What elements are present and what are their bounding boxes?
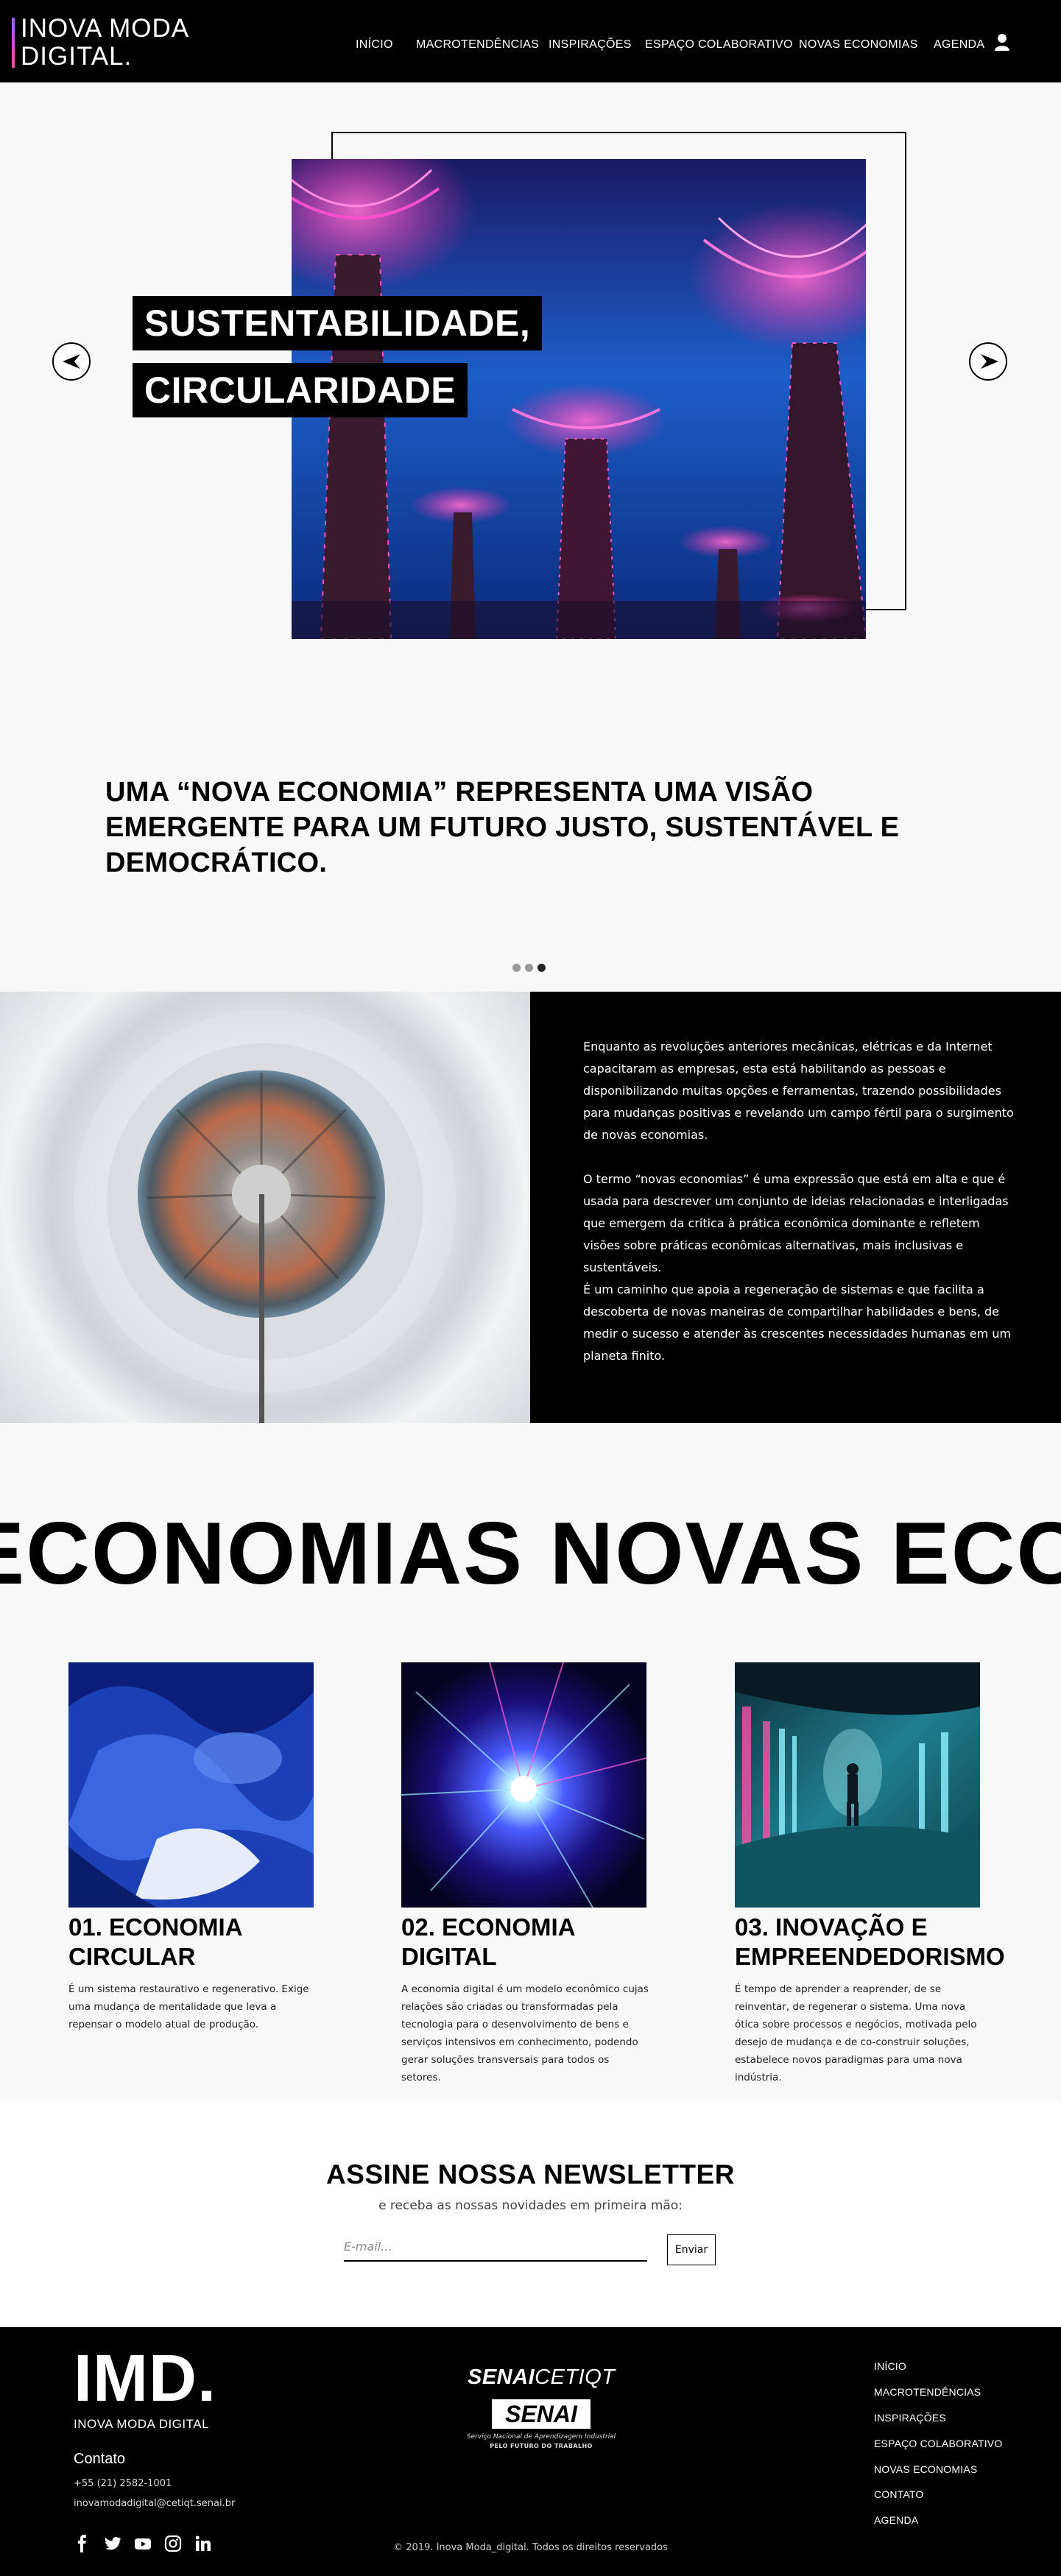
- slider-next-button[interactable]: [969, 342, 1007, 381]
- slider-prev-button[interactable]: [52, 342, 91, 381]
- card-description: É tempo de aprender a reaprender, de se …: [735, 1983, 977, 2083]
- card-image-light-burst: [401, 1662, 646, 1908]
- footer-logo-subtitle: INOVA MODA DIGITAL: [74, 2417, 210, 2431]
- slider-dot-2[interactable]: [525, 964, 533, 972]
- economy-cards: 01. ECONOMIA CIRCULAR É um sistema resta…: [0, 1644, 1061, 2100]
- slider-dot-1[interactable]: [512, 964, 521, 972]
- intro-paragraph-3: É um caminho que apoia a regeneração de …: [583, 1282, 1012, 1363]
- marquee-banner: NOVAS ECONOMIAS NOVAS ECONOMIAS: [0, 1423, 1061, 1644]
- footer-link-agenda[interactable]: AGENDA: [874, 2514, 918, 2526]
- card-title-line-2: EMPREENDEDORISMO: [735, 1943, 1005, 1970]
- hero-title-line-1: SUSTENTABILIDADE,: [133, 296, 543, 350]
- footer-logo[interactable]: IMD.: [74, 2342, 216, 2416]
- slider-dots: [512, 964, 557, 974]
- nav-item-inicio[interactable]: INÍCIO: [356, 38, 393, 52]
- site-footer: IMD. INOVA MODA DIGITAL Contato +55 (21)…: [0, 2327, 1061, 2576]
- card-title: 01. ECONOMIA CIRCULAR: [68, 1913, 378, 1972]
- intro-paragraph-2: O termo “novas economias” é uma expressã…: [583, 1172, 1009, 1274]
- nav-item-espaco-colaborativo[interactable]: ESPAÇO COLABORATIVO: [645, 38, 793, 52]
- senai-slogan: PELO FUTURO DO TRABALHO: [490, 2443, 593, 2449]
- card-description: É um sistema restaurativo e regenerativo…: [68, 1983, 309, 2030]
- nav-item-inspiracoes[interactable]: INSPIRAÇÕES: [549, 38, 632, 52]
- senai-cetiqt-logo-bold: SENAI: [468, 2365, 535, 2389]
- footer-phone[interactable]: +55 (21) 2582-1001: [74, 2478, 172, 2489]
- newsletter-email-input[interactable]: [344, 2232, 647, 2262]
- card-title: 02. ECONOMIA DIGITAL: [401, 1913, 711, 1972]
- card-title: 03. INOVAÇÃO E EMPREENDEDORISMO: [735, 1913, 1044, 1972]
- slider-dot-3-active[interactable]: [537, 964, 546, 972]
- top-navbar: INOVA MODA DIGITAL. INÍCIO MACROTENDÊNCI…: [0, 0, 1061, 82]
- card-title-line-1: 01. ECONOMIA: [68, 1913, 243, 1941]
- card-title-line-2: CIRCULAR: [68, 1943, 196, 1970]
- hero-quote: UMA “NOVA ECONOMIA” REPRESENTA UMA VISÃO…: [105, 777, 900, 878]
- main-nav: INÍCIO MACROTENDÊNCIAS INSPIRAÇÕES ESPAÇ…: [0, 38, 1061, 60]
- newsletter-title: ASSINE NOSSA NEWSLETTER: [326, 2159, 735, 2189]
- card-title-line-1: 02. ECONOMIA: [401, 1913, 576, 1941]
- footer-contact-title: Contato: [74, 2451, 126, 2467]
- newsletter-subtitle: e receba as nossas novidades em primeira…: [378, 2198, 683, 2213]
- copyright-text: © 2019. Inova Moda_digital. Todos os dir…: [393, 2542, 668, 2553]
- tiny-planet-city-image: [0, 992, 530, 1423]
- newsletter-section: ASSINE NOSSA NEWSLETTER e receba as noss…: [0, 2100, 1061, 2327]
- user-icon[interactable]: [994, 32, 1010, 52]
- footer-link-inspiracoes[interactable]: INSPIRAÇÕES: [874, 2412, 946, 2424]
- senai-cetiqt-logo: SENAICETIQT: [468, 2365, 615, 2390]
- footer-link-espaco-colaborativo[interactable]: ESPAÇO COLABORATIVO: [874, 2438, 1002, 2449]
- senai-subtitle: Serviço Nacional de Aprendizagem Industr…: [466, 2433, 616, 2441]
- card-title-line-1: 03. INOVAÇÃO E: [735, 1913, 928, 1941]
- marquee-text: NOVAS ECONOMIAS NOVAS ECONOMIAS: [0, 1504, 1061, 1603]
- card-title-line-2: DIGITAL: [401, 1943, 497, 1970]
- footer-email[interactable]: inovamodadigital@cetiqt.senai.br: [74, 2498, 235, 2509]
- hero-title-line-2: CIRCULARIDADE: [133, 363, 468, 417]
- nav-item-agenda[interactable]: AGENDA: [934, 38, 984, 52]
- arrow-left-icon: [63, 354, 80, 369]
- nav-item-macrotendencias[interactable]: MACROTENDÊNCIAS: [416, 38, 539, 52]
- page: INOVA MODA DIGITAL. INÍCIO MACROTENDÊNCI…: [0, 0, 1061, 2576]
- senai-logo-box: SENAI: [492, 2399, 591, 2429]
- intro-paragraph-1: Enquanto as revoluções anteriores mecâni…: [583, 1040, 1014, 1142]
- senai-cetiqt-logo-light: CETIQT: [535, 2365, 616, 2389]
- footer-link-macrotendencias[interactable]: MACROTENDÊNCIAS: [874, 2386, 981, 2398]
- card-image-light-tunnel: [735, 1662, 980, 1908]
- arrow-right-icon: [981, 354, 998, 369]
- footer-link-inicio[interactable]: INÍCIO: [874, 2360, 906, 2372]
- nav-item-novas-economias[interactable]: NOVAS ECONOMIAS: [799, 38, 918, 52]
- footer-link-novas-economias[interactable]: NOVAS ECONOMIAS: [874, 2463, 977, 2475]
- card-image-blue-ink: [68, 1662, 314, 1908]
- hero-slider: SUSTENTABILIDADE, CIRCULARIDADE UMA “NOV…: [0, 82, 1061, 992]
- newsletter-submit-button[interactable]: Enviar: [667, 2234, 716, 2265]
- card-description: A economia digital é um modelo econômico…: [401, 1983, 649, 2083]
- footer-link-contato[interactable]: CONTATO: [874, 2488, 924, 2500]
- novas-economias-intro-panel: Enquanto as revoluções anteriores mecâni…: [530, 992, 1061, 1423]
